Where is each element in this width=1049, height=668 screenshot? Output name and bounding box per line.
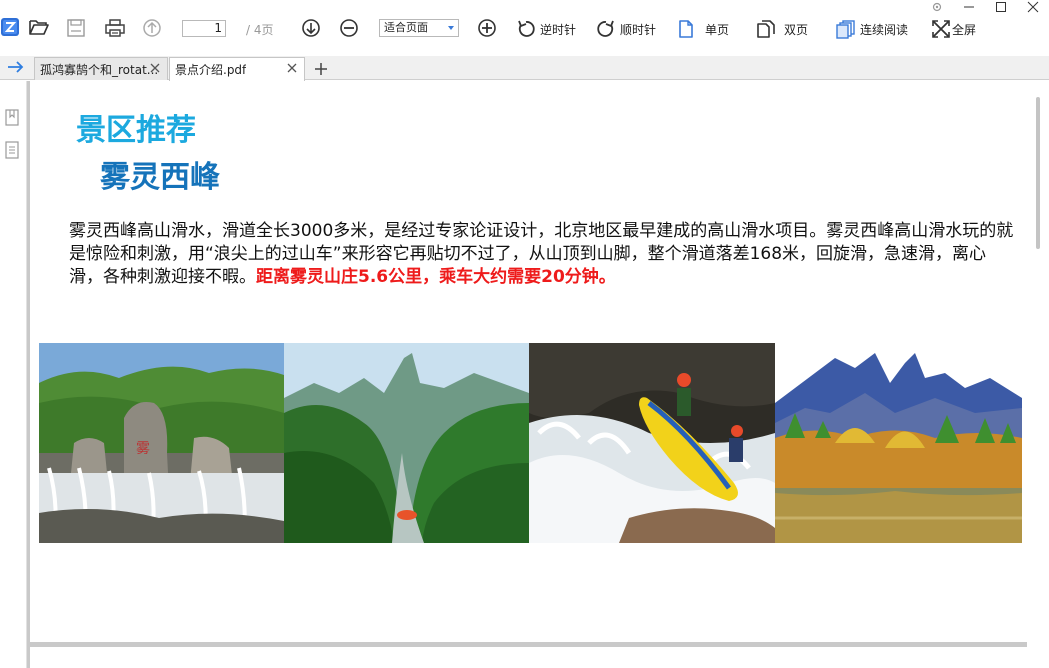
pdf-page-next	[30, 647, 1027, 668]
close-icon[interactable]	[149, 62, 161, 74]
page-number-input[interactable]: 1	[182, 20, 226, 37]
description-paragraph: 雾灵西峰高山滑水，滑道全长3000多米，是经过专家论证设计，北京地区最早建成的高…	[69, 220, 1019, 289]
photo-strip: 雾	[39, 343, 1022, 543]
tab-document-2[interactable]: 景点介绍.pdf	[169, 57, 305, 81]
rotate-cw-icon	[595, 18, 617, 40]
arrow-right-icon[interactable]	[6, 58, 26, 76]
print-icon[interactable]	[104, 18, 126, 38]
green-valley-rafting-photo	[284, 343, 529, 543]
distance-highlight: 距离雾灵山庄5.6公里，乘车大约需要20分钟。	[256, 267, 616, 287]
rotate-ccw-label: 逆时针	[540, 22, 577, 37]
fullscreen-label: 全屏	[952, 22, 977, 37]
tab-label: 孤鸿寡鹄个和_rotat...	[40, 62, 159, 77]
maximize-icon[interactable]	[985, 0, 1017, 14]
rotate-cw-button[interactable]: 顺时针	[595, 18, 656, 40]
document-viewport[interactable]: 景区推荐 雾灵西峰 雾灵西峰高山滑水，滑道全长3000多米，是经过专家论证设计，…	[27, 81, 1049, 668]
save-icon[interactable]	[66, 18, 86, 38]
app-logo-icon[interactable]	[0, 17, 20, 37]
bookmark-icon[interactable]	[4, 109, 20, 127]
arrow-down-circle-icon[interactable]	[301, 18, 321, 38]
close-icon[interactable]	[1017, 0, 1049, 14]
vertical-scrollbar[interactable]	[1027, 81, 1049, 668]
single-page-button[interactable]: 单页	[675, 18, 729, 40]
chevron-down-icon	[448, 26, 454, 30]
scroll-thumb[interactable]	[1036, 97, 1040, 249]
zoom-mode-value: 适合页面	[384, 21, 428, 34]
window-controls	[921, 0, 1049, 14]
toolbar: 1 / 4页 适合页面 逆时针 顺时针 单页 双页 连续阅读 全屏	[0, 0, 1049, 56]
tab-label: 景点介绍.pdf	[175, 63, 247, 77]
page-total-label: / 4页	[246, 23, 274, 37]
zoom-out-icon[interactable]	[339, 18, 359, 38]
autumn-lake-mountain-photo	[775, 343, 1022, 543]
close-icon[interactable]	[286, 62, 298, 74]
continuous-read-icon	[835, 18, 857, 40]
waterfall-rock-photo: 雾	[39, 343, 284, 543]
double-page-label: 双页	[784, 22, 809, 37]
zoom-mode-select[interactable]: 适合页面	[379, 19, 459, 37]
rotate-cw-label: 顺时针	[620, 22, 657, 37]
continuous-read-button[interactable]: 连续阅读	[835, 18, 908, 40]
minimize-icon[interactable]	[953, 0, 985, 14]
double-page-button[interactable]: 双页	[755, 18, 808, 40]
single-page-label: 单页	[705, 22, 730, 37]
fullscreen-button[interactable]: 全屏	[930, 18, 976, 40]
side-panel	[0, 81, 27, 668]
double-page-icon	[755, 18, 777, 40]
add-tab-icon[interactable]	[311, 59, 331, 79]
arrow-up-circle-icon[interactable]	[142, 18, 162, 38]
page-subheading: 雾灵西峰	[100, 160, 220, 195]
continuous-read-label: 连续阅读	[860, 22, 909, 37]
pdf-page: 景区推荐 雾灵西峰 雾灵西峰高山滑水，滑道全长3000多米，是经过专家论证设计，…	[30, 81, 1027, 642]
page-heading: 景区推荐	[76, 113, 196, 148]
rotate-ccw-icon	[515, 18, 537, 40]
single-page-icon	[675, 18, 697, 40]
page-list-icon[interactable]	[4, 141, 20, 159]
pdf-reader-window: 1 / 4页 适合页面 逆时针 顺时针 单页 双页 连续阅读 全屏 孤鸿寡鹄个和…	[0, 0, 1049, 668]
tab-document-1[interactable]: 孤鸿寡鹄个和_rotat...	[34, 57, 168, 80]
fullscreen-icon	[930, 18, 952, 40]
rotate-ccw-button[interactable]: 逆时针	[515, 18, 576, 40]
whitewater-rafting-photo	[529, 343, 775, 543]
gear-icon[interactable]	[921, 0, 953, 14]
open-folder-icon[interactable]	[28, 17, 50, 37]
zoom-in-icon[interactable]	[477, 18, 497, 38]
svg-text:雾: 雾	[136, 441, 150, 457]
tab-bar: 孤鸿寡鹄个和_rotat... 景点介绍.pdf	[0, 56, 1049, 81]
